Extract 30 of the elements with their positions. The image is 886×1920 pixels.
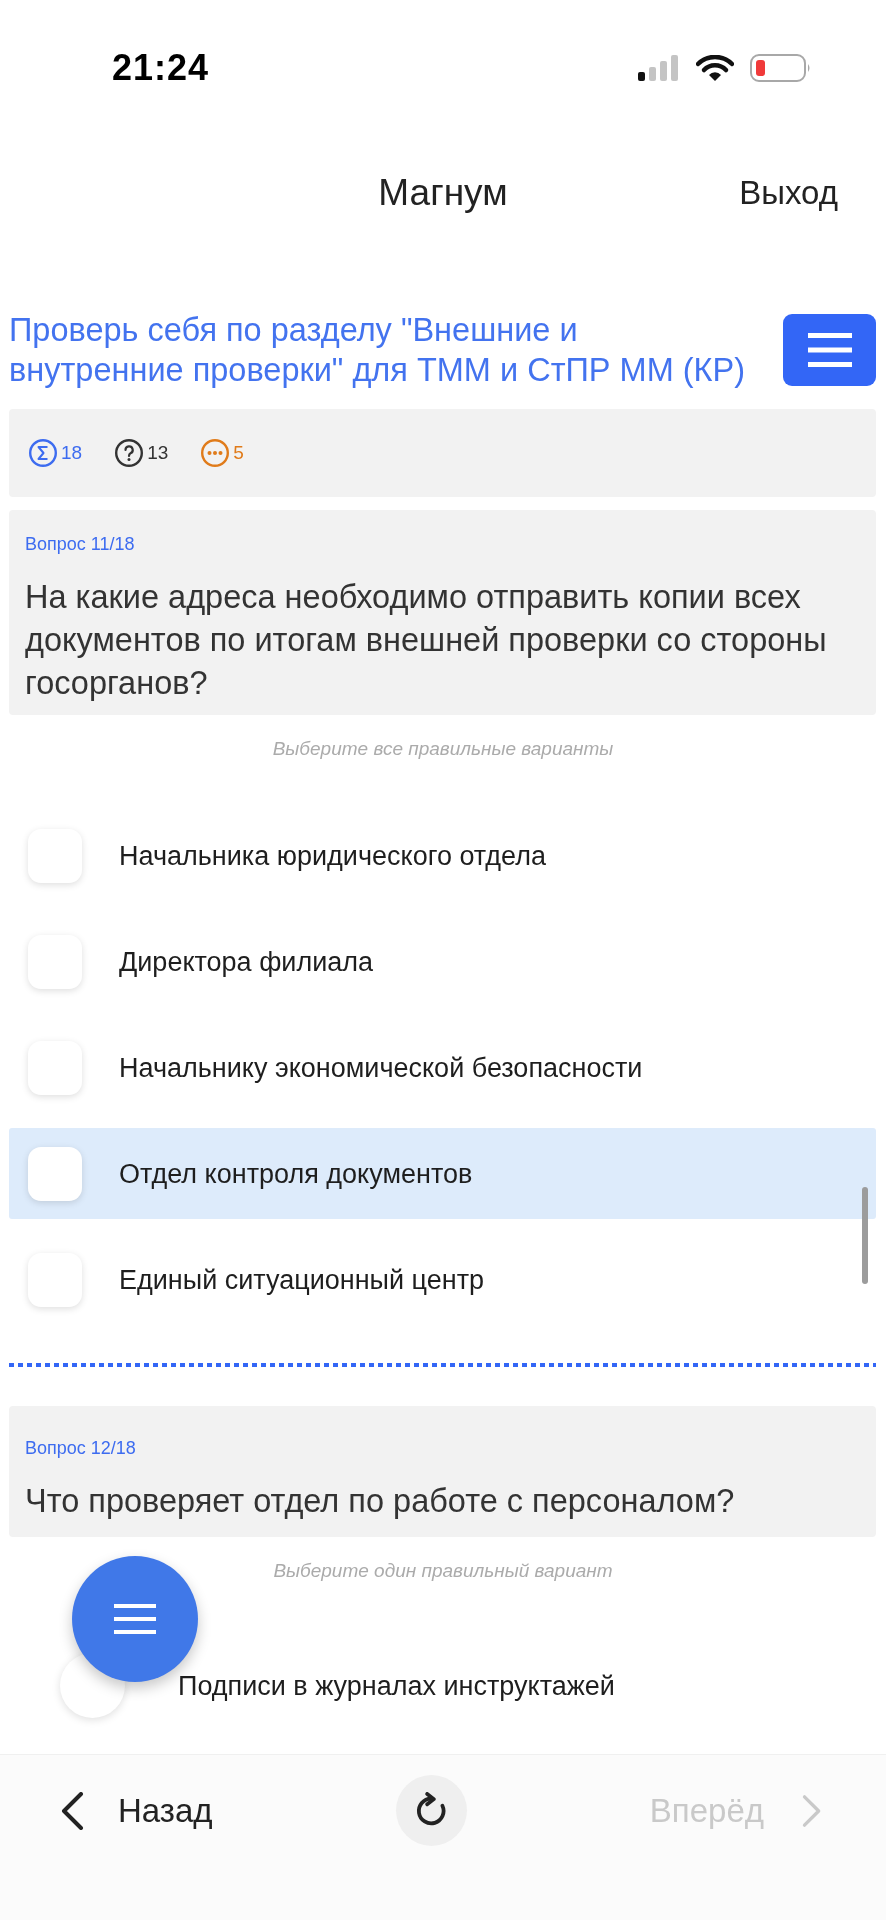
battery-icon — [750, 54, 812, 82]
option-label[interactable]: Единый ситуационный центр — [119, 1264, 485, 1295]
status-time: 21:24 — [112, 47, 210, 89]
option-label[interactable]: Отдел контроля документов — [119, 1158, 473, 1189]
menu-icon — [114, 1604, 156, 1634]
option-label[interactable]: Начальнику экономической безопасности — [119, 1052, 643, 1083]
chevron-left-icon — [60, 1791, 84, 1830]
question-text: На какие адреса необходимо отправить копии всех документов по итогам внешней проверки со стороны госорганов? — [25, 578, 828, 703]
signal-icon — [638, 55, 680, 81]
option-label[interactable]: Начальника юридического отдела — [119, 840, 546, 871]
highlighted-option-row[interactable]: Отдел контроля документов — [9, 1128, 876, 1219]
stat-count: 5 — [233, 442, 244, 464]
checkbox[interactable] — [28, 1146, 82, 1201]
stat-count: 18 — [61, 442, 83, 464]
test-title: Проверь себя по разделу "Внешние и внутренние проверки" для ТММ и СтПР ММ (КР) — [9, 311, 746, 390]
question-number: Вопрос 11/18 — [25, 533, 136, 555]
answer-hint: Выберите один правильный вариант — [272, 1560, 614, 1582]
option-label[interactable]: Подписи в журналах инструктажей — [178, 1670, 615, 1701]
menu-button[interactable] — [783, 314, 876, 386]
answer-hint: Выберите все правильные варианты — [271, 738, 615, 760]
option-label[interactable]: Директора филиала — [119, 946, 374, 977]
question-text: Что проверяет отдел по работе с персоналом? — [25, 1482, 736, 1521]
wifi-icon — [696, 55, 734, 81]
exit-button[interactable]: Выход — [739, 170, 838, 216]
chevron-right-icon — [802, 1793, 822, 1828]
question-number: Вопрос 12/18 — [25, 1437, 137, 1459]
stat-count: 13 — [147, 442, 169, 464]
menu-icon — [807, 333, 852, 367]
back-button[interactable]: Назад — [60, 1775, 213, 1846]
app-title: Магнум — [378, 172, 508, 214]
